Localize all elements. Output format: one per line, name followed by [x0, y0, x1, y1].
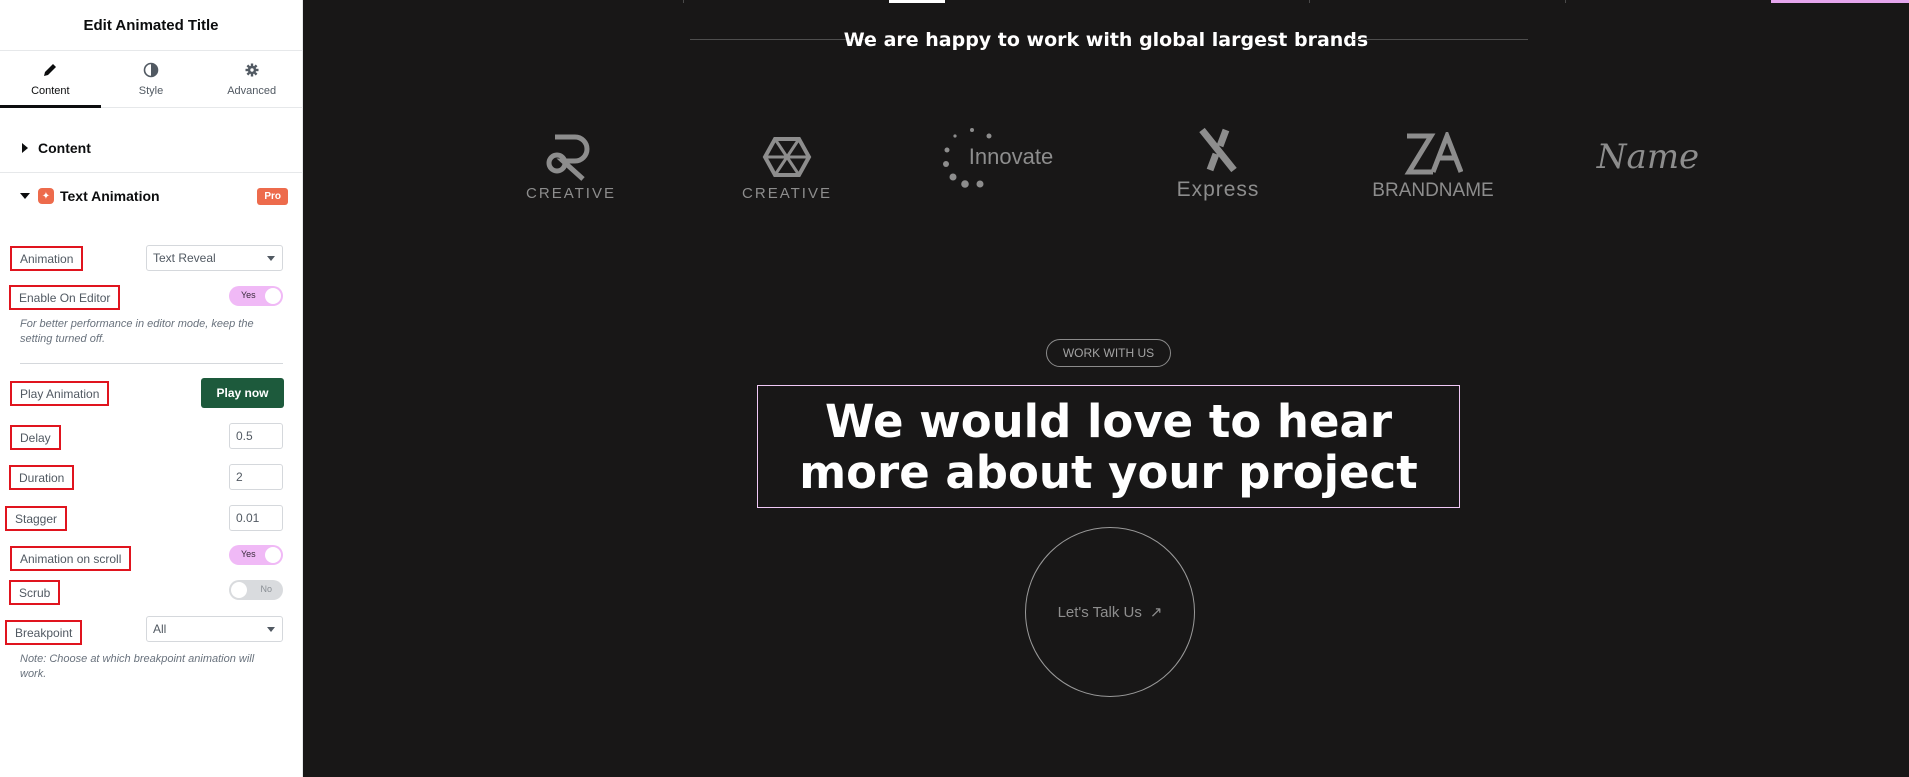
editor-panel: Edit Animated Title Content Style Advanc… [0, 0, 303, 777]
toggle-no-text: No [260, 584, 272, 594]
creative-diamond-logo: CREATIVE [712, 112, 862, 202]
section-text-animation-label: Text Animation [60, 188, 160, 204]
animation-label: Animation [9, 246, 84, 271]
breakpoint-hint: Note: Choose at which breakpoint animati… [20, 653, 255, 680]
animation-select[interactable]: Text Reveal [146, 245, 283, 271]
toggle-knob [265, 547, 281, 563]
gear-icon [245, 63, 259, 76]
play-now-button[interactable]: Play now [201, 378, 284, 408]
toggle-yes-text: Yes [241, 290, 256, 300]
scrub-label: Scrub [8, 580, 61, 605]
innovate-mark: Innovate [937, 122, 1067, 192]
half-circle-icon [143, 62, 159, 77]
x-mark-icon [1199, 127, 1237, 173]
diamond-mark-icon [762, 137, 812, 177]
tab-advanced-label: Advanced [227, 84, 277, 97]
section-divider [0, 172, 303, 173]
caret-right-icon [22, 143, 28, 153]
animated-title-selected[interactable]: We would love to hear more about your pr… [757, 385, 1460, 508]
top-strip [303, 0, 1909, 3]
pro-badge: Pro [257, 187, 288, 205]
brands-rule-right [1353, 39, 1528, 40]
arrow-up-right-icon: ↗ [1149, 604, 1163, 621]
strip-tick [683, 0, 684, 3]
r-mark-icon [546, 134, 590, 181]
express-text: Express [1176, 178, 1260, 201]
scrub-toggle[interactable]: No [229, 580, 283, 600]
delay-input[interactable]: 0.5 [229, 423, 283, 449]
editor-hint: For better performance in editor mode, k… [20, 318, 254, 345]
brandname-logo: BRANDNAME [1358, 112, 1508, 202]
breakpoint-select[interactable]: All [146, 616, 283, 642]
dots-ring-icon [943, 128, 992, 188]
express-logo: Express [1143, 112, 1293, 202]
duration-label: Duration [8, 465, 75, 490]
enable-on-editor-label: Enable On Editor [8, 285, 121, 310]
play-animation-label: Play Animation [9, 381, 110, 406]
toggle-yes-text: Yes [241, 549, 256, 559]
panel-tabs: Content Style Advanced [0, 51, 302, 108]
tab-content-label: Content [31, 84, 70, 97]
section-content-label: Content [38, 140, 91, 156]
animation-icon: ✦ [38, 188, 54, 204]
section-content[interactable]: Content [0, 136, 303, 160]
animation-on-scroll-label: Animation on scroll [9, 546, 132, 571]
breakpoint-select-value: All [153, 622, 167, 636]
caret-down-icon [20, 193, 30, 199]
section-text-animation[interactable]: ✦ Text Animation Pro [0, 184, 303, 208]
strip-tick [1565, 0, 1566, 3]
brand-logos: CREATIVE CREATIVE Innovate Express BRAND… [303, 112, 1909, 202]
innovate-logo: Innovate [927, 112, 1077, 202]
creative-r-logo: CREATIVE [496, 112, 646, 202]
creative-diamond-text: CREATIVE [742, 185, 832, 202]
animated-title-text: We would love to hear more about your pr… [799, 394, 1418, 499]
work-with-us-pill: WORK WITH US [1046, 339, 1171, 367]
top-strip-active [889, 0, 945, 3]
lets-talk-button[interactable]: Let's Talk Us ↗ [1025, 527, 1195, 697]
control-divider [20, 363, 283, 364]
stagger-label: Stagger [4, 506, 68, 531]
toggle-knob [231, 582, 247, 598]
pencil-icon [44, 63, 57, 76]
chevron-down-icon [267, 256, 275, 261]
creative-r-text: CREATIVE [526, 185, 616, 202]
preview-canvas: We are happy to work with global largest… [303, 0, 1909, 777]
animation-select-value: Text Reveal [153, 251, 216, 265]
name-script-text: Name [1596, 137, 1700, 177]
za-mark-icon [1404, 132, 1463, 175]
delay-label: Delay [10, 425, 61, 450]
enable-on-editor-toggle[interactable]: Yes [229, 286, 283, 306]
lets-talk-label: Let's Talk Us [1057, 603, 1142, 621]
toggle-knob [265, 288, 281, 304]
tab-content[interactable]: Content [0, 51, 101, 108]
breakpoint-label: Breakpoint [4, 620, 83, 645]
brandname-text: BRANDNAME [1372, 180, 1494, 201]
tab-style-label: Style [138, 84, 164, 97]
tab-style[interactable]: Style [101, 51, 202, 107]
stagger-input[interactable]: 0.01 [229, 505, 283, 531]
duration-input[interactable]: 2 [229, 464, 283, 490]
panel-title: Edit Animated Title [0, 0, 302, 51]
tab-advanced[interactable]: Advanced [201, 51, 302, 107]
chevron-down-icon [267, 627, 275, 632]
strip-tick [1309, 0, 1310, 3]
animation-on-scroll-toggle[interactable]: Yes [229, 545, 283, 565]
brands-title: We are happy to work with global largest… [843, 29, 1369, 51]
name-script-logo: Name [1573, 112, 1723, 202]
top-strip-accent [1771, 0, 1909, 3]
